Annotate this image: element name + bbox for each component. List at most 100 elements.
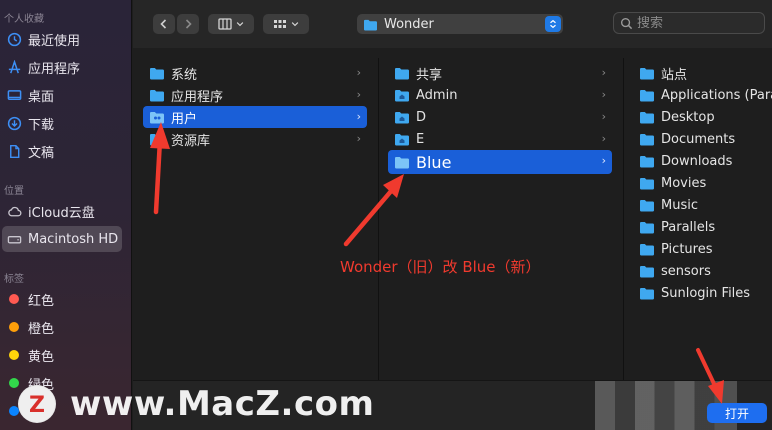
apps-icon [6, 59, 22, 75]
list-item[interactable]: 共享 › [388, 62, 612, 84]
sidebar-item-desktop[interactable]: 桌面 [2, 82, 122, 108]
list-item[interactable]: Documents [633, 128, 772, 150]
list-item[interactable]: 资源库 › [143, 128, 367, 150]
folder-icon [640, 90, 654, 102]
item-label: 资源库 [171, 133, 211, 149]
document-icon [6, 143, 22, 159]
chevron-right-icon: › [356, 88, 361, 101]
clock-icon [6, 31, 22, 47]
sidebar-item-label: 黄色 [28, 349, 55, 365]
toolbar: Wonder [133, 0, 772, 48]
list-item[interactable]: Movies [633, 172, 772, 194]
sidebar-item-label: 文稿 [28, 145, 55, 161]
list-item[interactable]: Desktop [633, 106, 772, 128]
column-divider[interactable] [623, 58, 624, 380]
harddrive-icon [6, 231, 22, 247]
folder-icon [640, 68, 654, 80]
list-item[interactable]: 应用程序 › [143, 84, 367, 106]
chevron-right-icon: › [601, 154, 606, 167]
home-folder-icon [395, 112, 409, 124]
sidebar-tag-red[interactable]: 红色 [2, 286, 122, 312]
sidebar-favorites-header: 个人收藏 [4, 14, 44, 25]
list-item-selected[interactable]: 用户 › [143, 106, 367, 128]
item-label: Documents [661, 131, 736, 147]
list-item[interactable]: Admin › [388, 84, 612, 106]
tag-dot-icon [9, 322, 19, 332]
folder-icon [395, 157, 409, 169]
folder-icon [640, 112, 654, 124]
sidebar-item-label: 桌面 [28, 89, 55, 105]
item-label: 站点 [661, 67, 688, 83]
folder-icon [640, 156, 654, 168]
group-button[interactable] [263, 14, 309, 34]
chevron-right-icon: › [601, 110, 606, 123]
item-label: Applications (Paral [661, 87, 772, 103]
item-label: Downloads [661, 153, 733, 169]
chevron-right-icon: › [356, 66, 361, 79]
sidebar-item-downloads[interactable]: 下载 [2, 110, 122, 136]
list-item[interactable]: Pictures [633, 238, 772, 260]
list-item[interactable]: D › [388, 106, 612, 128]
forward-button[interactable] [177, 14, 199, 34]
macz-logo: Z [18, 385, 56, 423]
item-label: 共享 [416, 67, 443, 83]
list-item[interactable]: sensors [633, 260, 772, 282]
chevron-right-icon: › [356, 110, 361, 123]
item-label: D [416, 109, 427, 125]
item-label: Parallels [661, 219, 716, 235]
chevron-right-icon [185, 19, 192, 29]
column-2: 共享 › Admin › D › E › Blue › [388, 48, 618, 380]
sidebar-tag-yellow[interactable]: 黄色 [2, 342, 122, 368]
path-popup[interactable]: Wonder [357, 14, 563, 34]
svg-text:Z: Z [29, 393, 45, 418]
sidebar-item-documents[interactable]: 文稿 [2, 138, 122, 164]
sidebar-item-icloud[interactable]: iCloud云盘 [2, 198, 122, 224]
folder-icon [395, 68, 409, 80]
home-folder-icon [395, 90, 409, 102]
list-item[interactable]: Downloads [633, 150, 772, 172]
folder-icon [640, 244, 654, 256]
item-label: Movies [661, 175, 707, 191]
list-item[interactable]: 系统 › [143, 62, 367, 84]
chevron-left-icon [160, 19, 167, 29]
item-label: Blue [416, 152, 452, 172]
main-panel: Wonder 系统 › 应用程序 › 用户 [133, 0, 772, 430]
view-columns-button[interactable] [208, 14, 254, 34]
column-divider[interactable] [378, 58, 379, 380]
folder-icon [364, 19, 377, 31]
list-item[interactable]: Sunlogin Files [633, 282, 772, 304]
folder-icon [150, 68, 164, 80]
sidebar-item-recents[interactable]: 最近使用 [2, 26, 122, 52]
watermark: Z www.MacZ.com [18, 384, 374, 424]
search-input[interactable] [637, 15, 747, 31]
list-item[interactable]: Music [633, 194, 772, 216]
search-field[interactable] [613, 12, 765, 34]
home-folder-icon [395, 134, 409, 146]
list-item[interactable]: Parallels [633, 216, 772, 238]
columns-view-icon [217, 18, 232, 30]
desktop-icon [6, 87, 22, 103]
back-button[interactable] [153, 14, 175, 34]
chevron-right-icon: › [601, 88, 606, 101]
list-item[interactable]: Applications (Paral [633, 84, 772, 106]
sidebar-item-label: 橙色 [28, 321, 55, 337]
sidebar-item-label: 红色 [28, 293, 55, 309]
open-button[interactable]: 打开 [707, 403, 767, 423]
tag-dot-icon [9, 350, 19, 360]
download-icon [6, 115, 22, 131]
column-browser: 系统 › 应用程序 › 用户 › 资源库 › 共享 › Admin › D › … [133, 48, 772, 380]
updown-chevron-icon [545, 16, 561, 32]
sidebar-item-label: Macintosh HD [28, 231, 119, 247]
list-item[interactable]: E › [388, 128, 612, 150]
sidebar-item-macintosh-hd[interactable]: Macintosh HD [2, 226, 122, 252]
folder-icon [640, 200, 654, 212]
chevron-down-icon [236, 22, 243, 27]
search-icon [620, 17, 633, 29]
sidebar-tags-header: 标签 [4, 274, 24, 285]
list-item-selected[interactable]: Blue › [388, 150, 612, 174]
folder-icon [150, 90, 164, 102]
sidebar-item-applications[interactable]: 应用程序 [2, 54, 122, 80]
item-label: 系统 [171, 67, 198, 83]
sidebar-tag-orange[interactable]: 橙色 [2, 314, 122, 340]
list-item[interactable]: 站点 [633, 62, 772, 84]
